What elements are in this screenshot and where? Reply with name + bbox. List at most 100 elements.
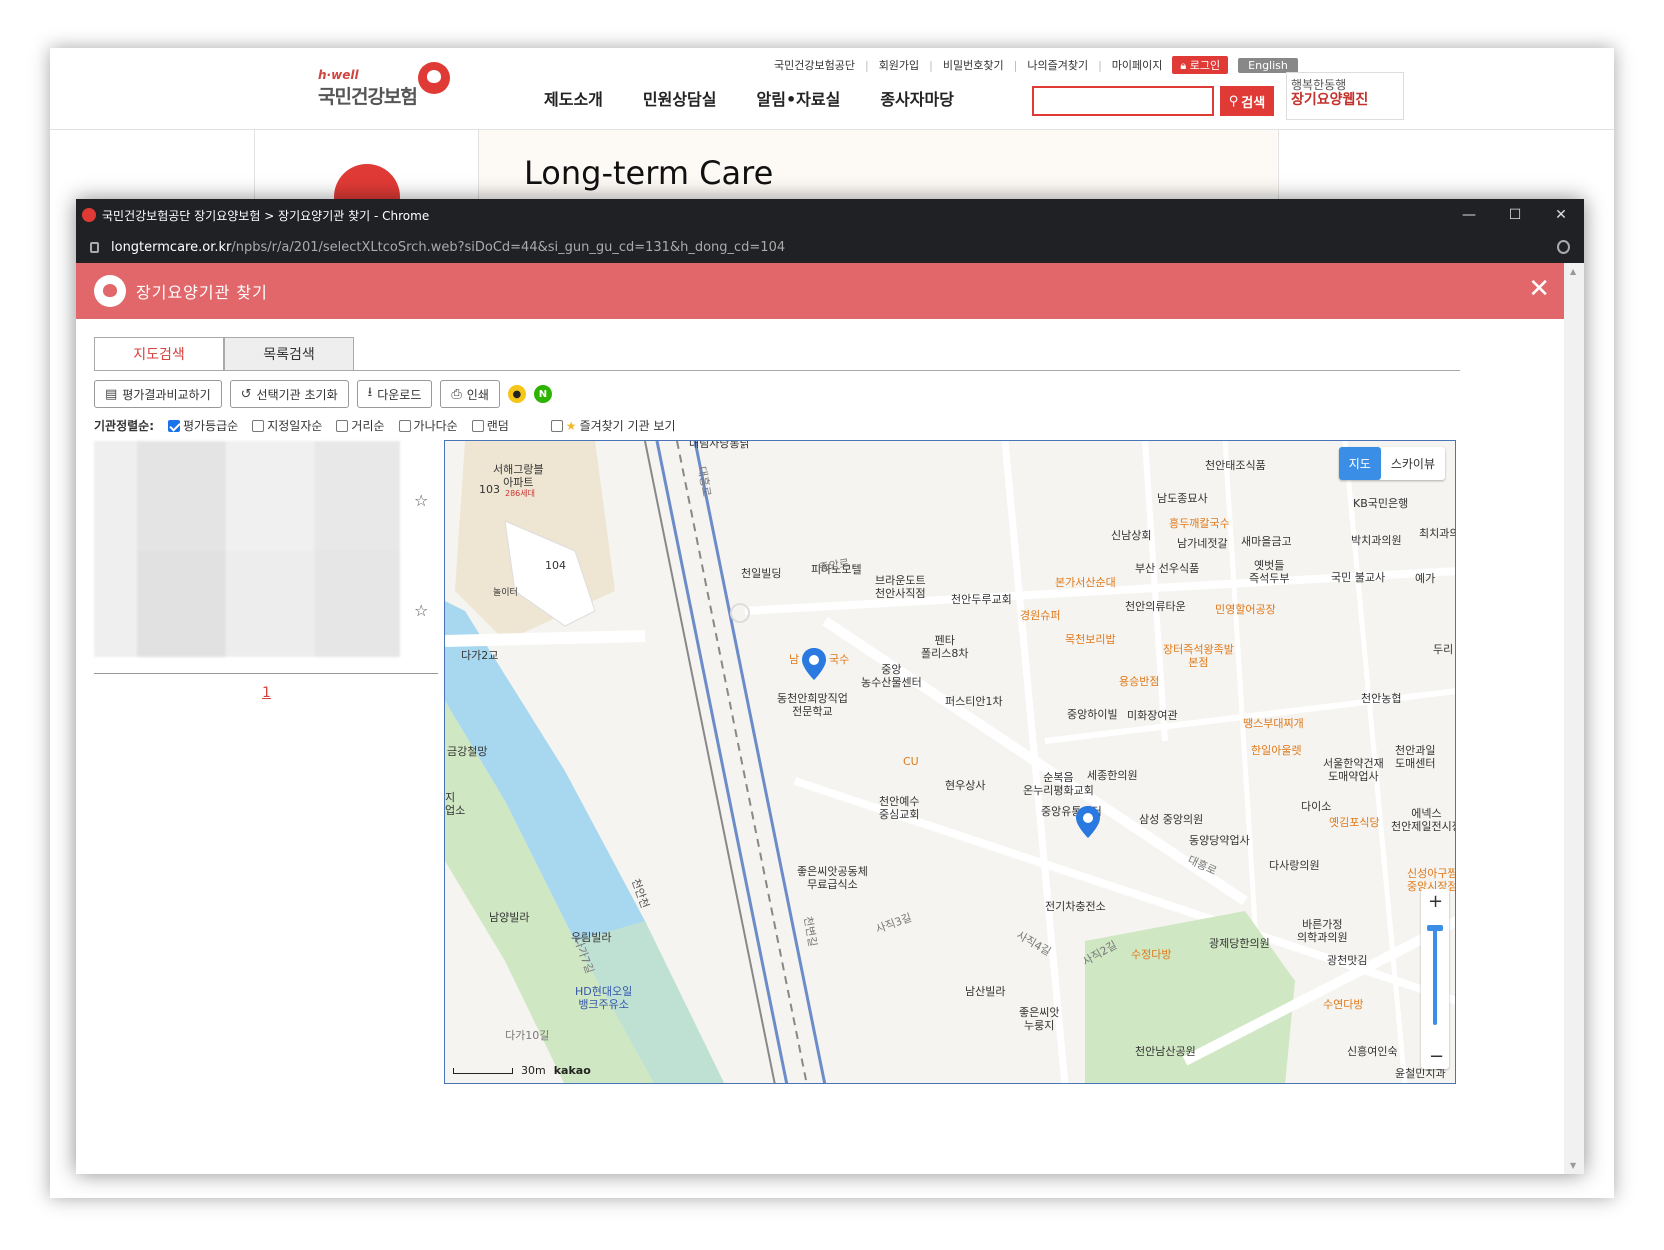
checkbox[interactable] (398, 419, 411, 432)
zoom-out-button[interactable]: − (1429, 1046, 1444, 1067)
zoom-in-button[interactable]: + (1428, 891, 1443, 912)
map-label: 본가서산순대 (1055, 576, 1116, 589)
nav-item-intro[interactable]: 제도소개 (544, 86, 603, 110)
facility-marker-icon[interactable] (801, 647, 827, 681)
sort-random[interactable]: 랜덤 (471, 417, 509, 434)
map-label: 286세대 (505, 489, 535, 498)
compare-button[interactable]: ▤ 평가결과비교하기 (94, 380, 222, 408)
sort-alpha[interactable]: 가나다순 (398, 417, 458, 434)
minimize-button[interactable]: — (1446, 199, 1492, 231)
map-label: 국민 불교사 (1331, 571, 1386, 584)
util-link-nhis[interactable]: 국민건강보험공단 (774, 57, 855, 73)
modal-close-button[interactable]: ✕ (1528, 271, 1550, 307)
map-label: 미화장여관 (1127, 709, 1178, 722)
favorites-filter[interactable]: ★ 즐겨찾기 기관 보기 (550, 417, 676, 434)
site-search-input[interactable] (1032, 86, 1214, 116)
compare-icon: ▤ (105, 386, 118, 402)
url-host: longtermcare.or.kr (111, 239, 232, 255)
blurred-list-items (94, 441, 400, 657)
map-label: 좋은씨앗 누룽지 (1019, 1006, 1060, 1032)
map-label: 신남상회 (1111, 529, 1152, 542)
facility-marker-icon[interactable] (1075, 805, 1101, 839)
checkbox[interactable] (336, 419, 349, 432)
map-label: 103 (479, 483, 500, 496)
nav-item-support[interactable]: 민원상담실 (643, 86, 717, 110)
utility-links: 국민건강보험공단 | 회원가입 | 비밀번호찾기 | 나의즐겨찾기 | 마이페이지 🔒︎… (774, 56, 1298, 74)
map-label: HD현대오일 뱅크주유소 (575, 985, 633, 1011)
window-close-button[interactable]: ✕ (1538, 199, 1584, 231)
favicon-icon (82, 208, 96, 222)
sort-options: 기관정렬순: 평가등급순 지정일자순 거리순 가나다순 랜덤 ★ 즐겨찾기 기관 … (94, 417, 676, 434)
nav-item-notice[interactable]: 알림•자료실 (757, 86, 841, 110)
naver-share-icon[interactable]: N (533, 385, 552, 403)
map-label: 신흥여인숙 (1347, 1045, 1398, 1058)
map-label: 서해그랑블 아파트 (493, 463, 544, 489)
util-link-find-password[interactable]: 비밀번호찾기 (943, 57, 1004, 73)
maximize-button[interactable]: ☐ (1492, 199, 1538, 231)
map-label: 남양빌라 (489, 911, 530, 924)
map-type-switch: 지도 스카이뷰 (1338, 447, 1445, 480)
sort-random-label: 랜덤 (486, 419, 509, 433)
nav-item-workers[interactable]: 종사자마당 (880, 86, 954, 110)
logo-text: 국민건강보험 (318, 86, 418, 108)
sort-rating[interactable]: 평가등급순 (168, 417, 238, 434)
checkbox[interactable] (252, 419, 265, 432)
checkbox-checked[interactable] (168, 419, 180, 432)
util-link-mypage[interactable]: 마이페이지 (1112, 57, 1163, 73)
download-label: 다운로드 (377, 387, 422, 402)
english-button[interactable]: English (1238, 57, 1298, 73)
logo-tagline: h·well (318, 68, 359, 82)
map-type-map-button[interactable]: 지도 (1338, 447, 1381, 480)
scrollbar[interactable]: ▲ ▼ (1564, 263, 1584, 1174)
util-link-join[interactable]: 회원가입 (879, 57, 919, 73)
download-button[interactable]: ⭳ 다운로드 (356, 380, 433, 408)
zoom-slider-track[interactable] (1433, 925, 1437, 1025)
sort-alpha-label: 가나다순 (413, 419, 458, 433)
map-label: 천안과일 도매센터 (1395, 744, 1436, 770)
map-label: 예가 (1415, 572, 1436, 585)
map-label: 에넥스 천안제일전시장 (1391, 807, 1456, 833)
address-bar[interactable]: longtermcare.or.kr /npbs/r/a/201/selectX… (76, 231, 1584, 263)
print-button[interactable]: ⎙ 인쇄 (440, 380, 500, 408)
checkbox[interactable] (550, 419, 563, 432)
kakaotalk-share-icon[interactable]: ● (507, 385, 526, 403)
sort-date[interactable]: 지정일자순 (252, 417, 322, 434)
tab-map-search[interactable]: 지도검색 (94, 337, 224, 371)
webzine-banner[interactable]: 행복한동행 장기요양웹진 (1286, 72, 1404, 120)
map-label: 용승반점 (1119, 675, 1160, 688)
util-link-favorites[interactable]: 나의즐겨찾기 (1027, 57, 1088, 73)
scroll-up-icon[interactable]: ▲ (1570, 267, 1576, 276)
map-scale: 30m kakao (453, 1064, 591, 1077)
map-label: 부산 선우식품 (1135, 562, 1200, 575)
reset-button[interactable]: ↺ 선택기관 초기화 (229, 380, 349, 408)
sort-distance[interactable]: 거리순 (336, 417, 385, 434)
tab-list-search[interactable]: 목록검색 (224, 337, 354, 371)
scroll-down-icon[interactable]: ▼ (1570, 1161, 1576, 1170)
compare-label: 평가결과비교하기 (122, 387, 211, 402)
map-label: 남 (789, 653, 800, 666)
login-button[interactable]: 🔒︎ 로그인 (1172, 56, 1229, 74)
map-type-skyview-button[interactable]: 스카이뷰 (1381, 447, 1445, 480)
site-search-button[interactable]: ⚲ 검색 (1220, 86, 1274, 116)
map-label: 세종한의원 (1087, 769, 1138, 782)
map-label: 한일아울렛 (1251, 744, 1302, 757)
page-link[interactable]: 1 (262, 685, 271, 701)
zoom-slider-handle[interactable] (1427, 925, 1443, 931)
map-label: 다이소 (1301, 800, 1332, 813)
window-controls: — ☐ ✕ (1446, 199, 1584, 231)
banner-line2: 장기요양웹진 (1291, 92, 1369, 108)
login-label: 로그인 (1189, 59, 1221, 72)
facility-list: ☆ ☆ (94, 441, 438, 674)
checkbox[interactable] (471, 419, 484, 432)
map-label: 천안태조식품 (1205, 459, 1266, 472)
site-logo[interactable]: h·well 국민건강보험 (318, 62, 458, 112)
sort-distance-label: 거리순 (351, 419, 385, 433)
favorite-star-icon[interactable]: ☆ (414, 491, 428, 510)
map-view[interactable]: 서해그랑블 아파트 103 286세대 104 놀이터 다가2교 천일빌딩 피아… (444, 440, 1456, 1084)
key-icon[interactable] (1557, 240, 1570, 254)
map-label: 천안의류타운 (1125, 600, 1186, 613)
map-label: 국수 (829, 653, 850, 666)
map-label: 새마을금고 (1241, 535, 1292, 548)
search-tabs: 지도검색 목록검색 (94, 337, 354, 371)
favorite-star-icon[interactable]: ☆ (414, 601, 428, 620)
